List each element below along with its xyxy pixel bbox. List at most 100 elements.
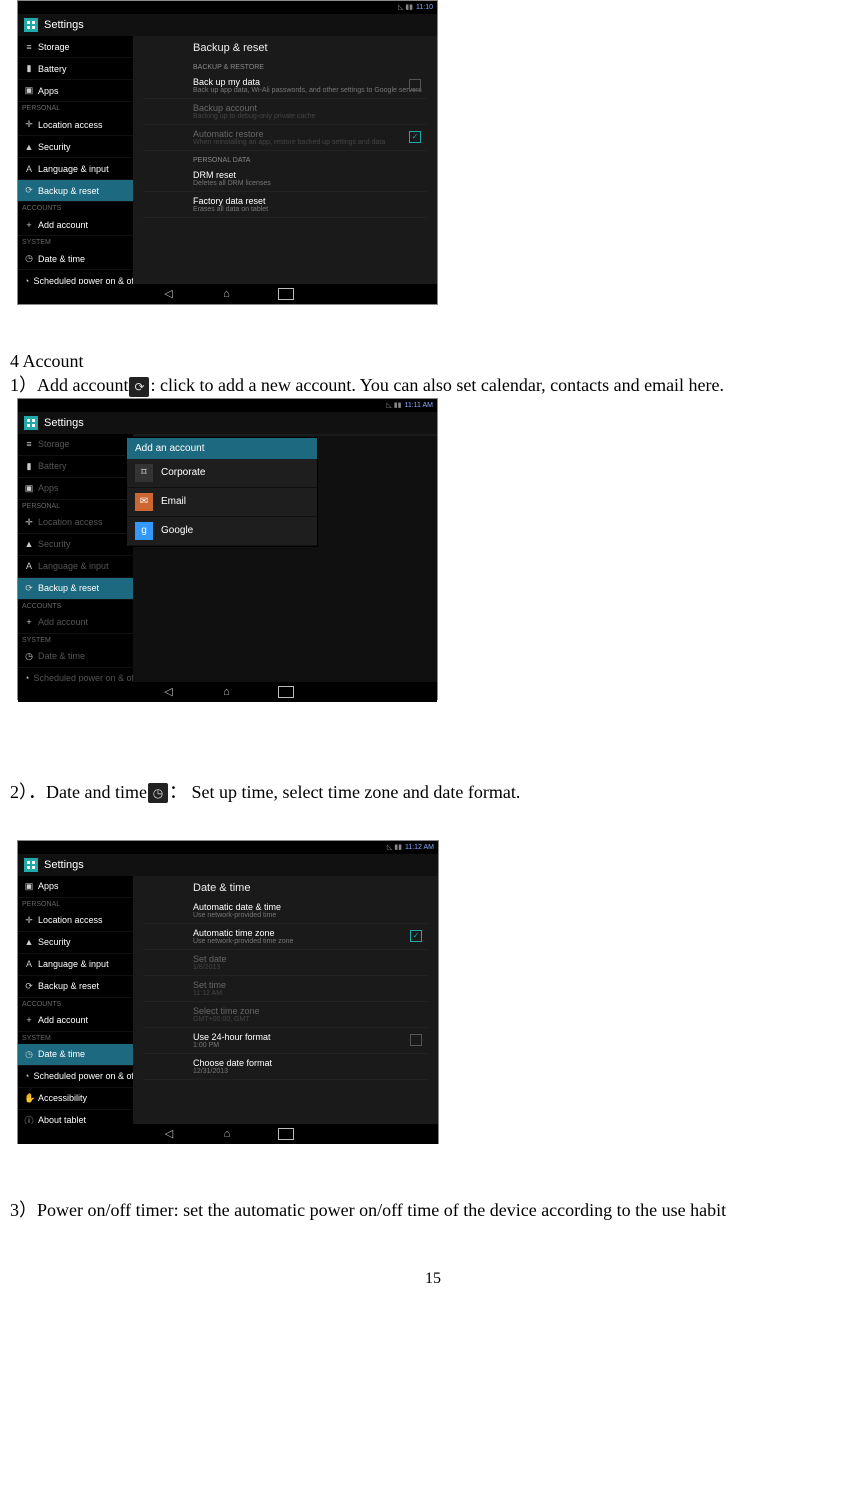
sidebar-item-language[interactable]: ALanguage & input [18, 954, 133, 976]
sidebar-item-language[interactable]: ALanguage & input [18, 556, 133, 578]
item-auto-restore: Automatic restoreWhen reinstalling an ap… [143, 125, 427, 151]
clock-icon: ◷ [24, 253, 34, 264]
status-time: 11:11 AM [404, 402, 433, 409]
nav-back-icon[interactable]: ◁ [162, 685, 176, 699]
nav-recent-icon[interactable] [278, 288, 294, 300]
settings-app-icon [24, 18, 38, 32]
sidebar-item-apps[interactable]: ▣Apps [18, 876, 133, 898]
checkbox-icon[interactable] [409, 79, 421, 91]
sidebar-item-about[interactable]: ⓘAbout tablet [18, 1110, 133, 1124]
settings-sidebar: ▣Apps PERSONAL ✛Location access ▲Securit… [18, 876, 133, 1124]
language-icon: A [24, 164, 34, 174]
sidebar-item-add-account[interactable]: +Add account [18, 1010, 133, 1032]
nav-back-icon[interactable]: ◁ [162, 287, 176, 301]
storage-icon: ≡ [24, 42, 34, 52]
sidebar-item-language[interactable]: ALanguage & input [18, 158, 133, 180]
sidebar-item-apps[interactable]: ▣Apps [18, 80, 133, 102]
item-auto-timezone[interactable]: Automatic time zoneUse network-provided … [143, 924, 428, 950]
settings-sidebar: ≡Storage ▮Battery ▣Apps PERSONAL ✛Locati… [18, 36, 133, 284]
section-4-heading: 4 Account [10, 349, 856, 373]
nav-bar: ◁ ⌂ [18, 284, 437, 304]
nav-bar: ◁ ⌂ [18, 682, 437, 702]
account-option-google[interactable]: gGoogle [127, 517, 317, 546]
info-icon: ⓘ [24, 1114, 34, 1124]
settings-sidebar: ≡Storage ▮Battery ▣Apps PERSONAL ✛Locati… [18, 434, 133, 682]
nav-back-icon[interactable]: ◁ [162, 1127, 176, 1141]
battery-icon: ▮ [24, 63, 34, 74]
settings-titlebar: Settings [18, 14, 437, 36]
panel-title: Backup & reset [143, 36, 427, 58]
sidebar-item-location[interactable]: ✛Location access [18, 512, 133, 534]
nav-bar: ◁ ⌂ [18, 1124, 438, 1144]
sidebar-item-datetime[interactable]: ◷Date & time [18, 646, 133, 668]
sidebar-item-storage[interactable]: ≡Storage [18, 36, 133, 58]
sidebar-item-backup-reset[interactable]: ⟳Backup & reset [18, 578, 133, 600]
email-icon: ✉ [135, 493, 153, 511]
sidebar-item-add-account[interactable]: +Add account [18, 612, 133, 634]
sidebar-item-security[interactable]: ▲Security [18, 136, 133, 158]
screenshot-add-account: ◺ ▮▮11:11 AM Settings ≡Storage ▮Battery … [17, 398, 438, 700]
item-date-format[interactable]: Choose date format12/31/2013 [143, 1054, 428, 1080]
sidebar-item-datetime[interactable]: ◷Date & time [18, 1044, 133, 1066]
google-icon: g [135, 522, 153, 540]
page-number: 15 [10, 1270, 856, 1288]
sidebar-header-system: SYSTEM [18, 236, 133, 248]
plus-icon: + [24, 220, 34, 230]
category-personal-data: PERSONAL DATA [143, 151, 427, 166]
item-3-text: 3）Power on/off timer: set the automatic … [10, 1198, 856, 1222]
sidebar-item-scheduled-power[interactable]: ◔Scheduled power on & off [18, 1066, 133, 1088]
screenshot-backup-reset: ◺ ▮▮11:10 Settings ≡Storage ▮Battery ▣Ap… [17, 0, 438, 305]
corporate-icon: ⌑ [135, 464, 153, 482]
sidebar-item-scheduled-power[interactable]: ◔Scheduled power on & off [18, 270, 133, 284]
settings-title: Settings [44, 859, 84, 871]
item-set-time: Set time11:12 AM [143, 976, 428, 1002]
sidebar-item-security[interactable]: ▲Security [18, 932, 133, 954]
sidebar-item-scheduled-power[interactable]: ◔Scheduled power on & off [18, 668, 133, 682]
sidebar-item-datetime[interactable]: ◷Date & time [18, 248, 133, 270]
sidebar-header-accounts: ACCOUNTS [18, 202, 133, 214]
nav-home-icon[interactable]: ⌂ [220, 685, 234, 699]
status-bar: ◺ ▮▮11:11 AM [18, 399, 437, 412]
account-option-corporate[interactable]: ⌑Corporate [127, 459, 317, 488]
sidebar-item-battery[interactable]: ▮Battery [18, 456, 133, 478]
location-icon: ✛ [24, 119, 34, 130]
add-account-dialog: Add an account ⌑Corporate ✉Email gGoogle [126, 437, 318, 547]
item-backup-account: Backup accountBacking up to debug-only p… [143, 99, 427, 125]
checkbox-icon[interactable] [410, 1034, 422, 1046]
screenshot-date-time: ◺ ▮▮11:12 AM Settings ▣Apps PERSONAL ✛Lo… [17, 840, 439, 1144]
sidebar-item-storage[interactable]: ≡Storage [18, 434, 133, 456]
panel-title: Date & time [143, 876, 428, 898]
dialog-title: Add an account [127, 438, 317, 459]
nav-recent-icon[interactable] [278, 686, 294, 698]
item-auto-date[interactable]: Automatic date & timeUse network-provide… [143, 898, 428, 924]
sidebar-item-backup-reset[interactable]: ⟳Backup & reset [18, 976, 133, 998]
nav-home-icon[interactable]: ⌂ [220, 1127, 234, 1141]
settings-main-panel: Backup & reset BACKUP & RESTORE Back up … [133, 36, 437, 284]
checkbox-checked-icon[interactable]: ✓ [410, 930, 422, 942]
account-option-email[interactable]: ✉Email [127, 488, 317, 517]
nav-home-icon[interactable]: ⌂ [220, 287, 234, 301]
settings-titlebar: Settings [18, 854, 438, 876]
sidebar-item-security[interactable]: ▲Security [18, 534, 133, 556]
apps-icon: ▣ [24, 85, 34, 96]
item-drm-reset[interactable]: DRM resetDeletes all DRM licenses [143, 166, 427, 192]
settings-main-panel: Date & time Automatic date & timeUse net… [133, 876, 438, 1124]
sidebar-item-apps[interactable]: ▣Apps [18, 478, 133, 500]
item-factory-reset[interactable]: Factory data resetErases all data on tab… [143, 192, 427, 218]
category-backup-restore: BACKUP & RESTORE [143, 58, 427, 73]
sidebar-item-add-account[interactable]: +Add account [18, 214, 133, 236]
sidebar-item-accessibility[interactable]: ✋Accessibility [18, 1088, 133, 1110]
item-backup-my-data[interactable]: Back up my dataBack up app data, Wi-Ali … [143, 73, 427, 99]
timer-icon: ◔ [24, 276, 29, 285]
sidebar-item-backup-reset[interactable]: ⟳Backup & reset [18, 180, 133, 202]
sidebar-item-location[interactable]: ✛Location access [18, 910, 133, 932]
item-24hour[interactable]: Use 24-hour format1:00 PM [143, 1028, 428, 1054]
settings-title: Settings [44, 19, 84, 31]
clock-icon: ◷ [148, 783, 168, 803]
nav-recent-icon[interactable] [278, 1128, 294, 1140]
checkbox-checked-icon: ✓ [409, 131, 421, 143]
item-1-text: 1）Add account⟳: click to add a new accou… [10, 373, 856, 397]
sidebar-item-location[interactable]: ✛Location access [18, 114, 133, 136]
sidebar-item-battery[interactable]: ▮Battery [18, 58, 133, 80]
status-bar: ◺ ▮▮11:10 [18, 1, 437, 14]
